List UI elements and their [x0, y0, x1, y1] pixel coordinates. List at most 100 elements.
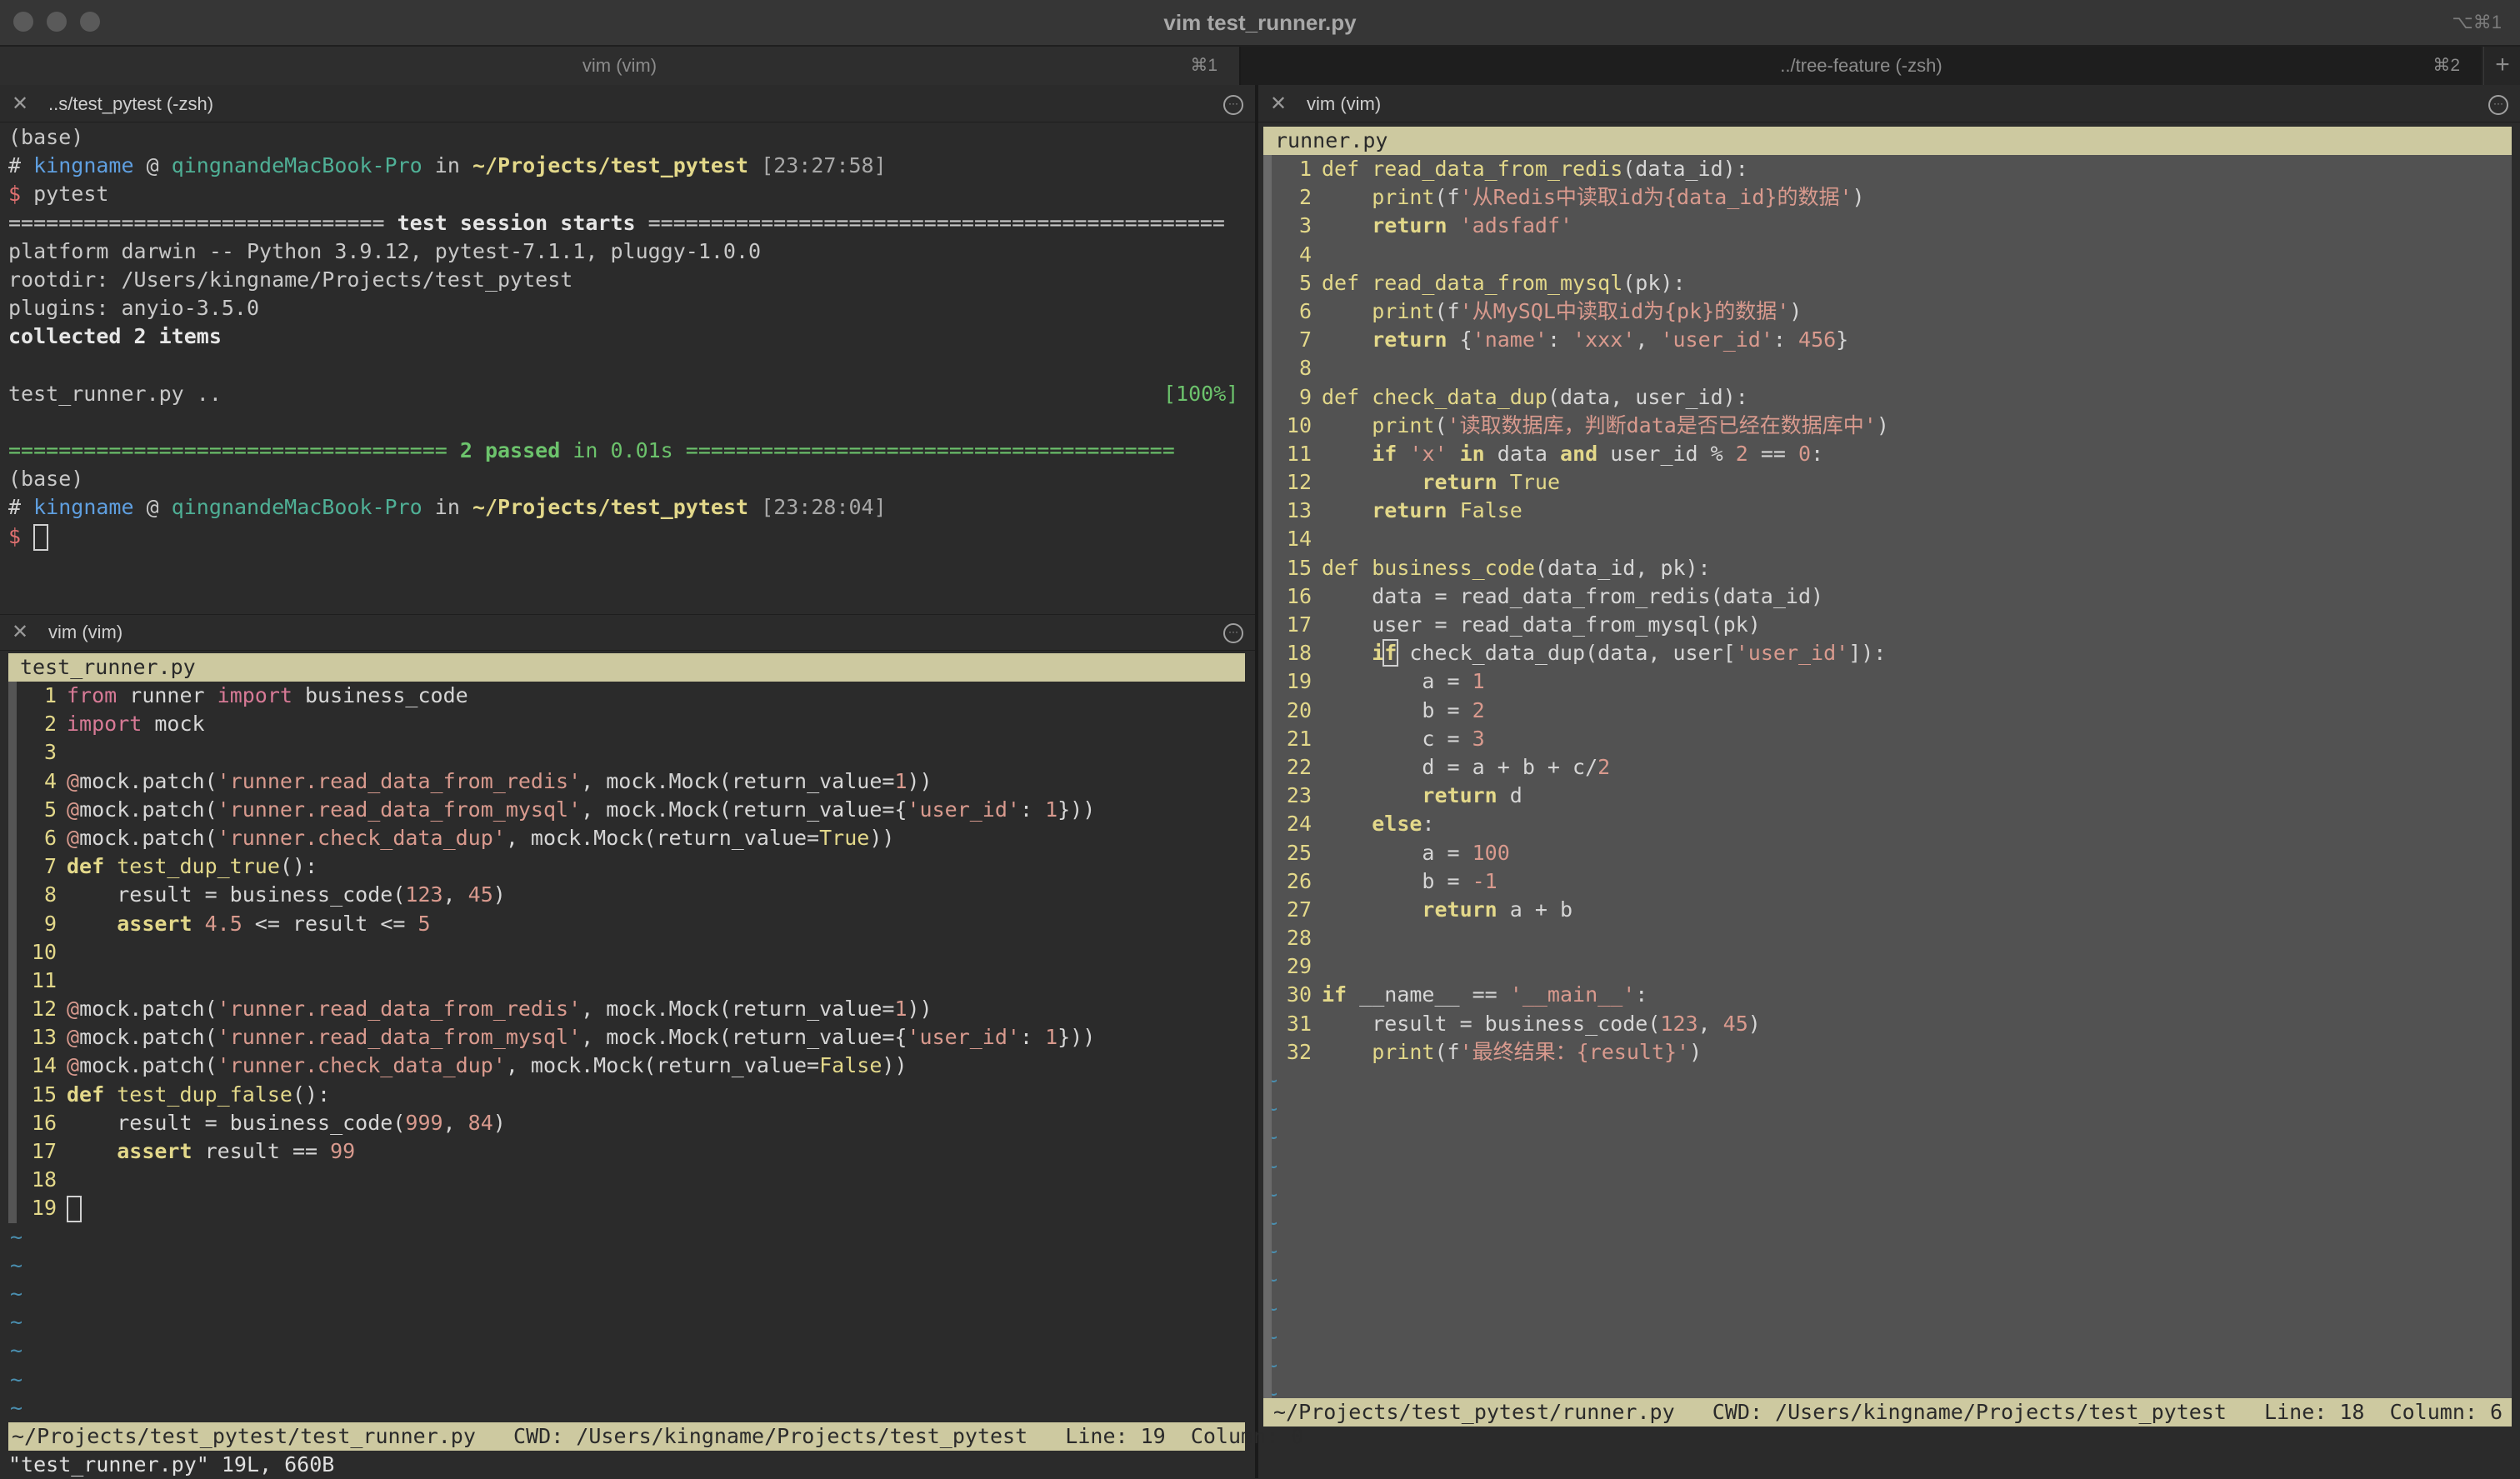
tab-shortcut: ⌘1: [1190, 56, 1218, 75]
code-line: 16 result = business_code(999, 84): [31, 1110, 506, 1135]
code-line: 23 return d: [1286, 783, 1522, 808]
code-line: 10 print('读取数据库，判断data是否已经在数据库中'): [1286, 412, 1889, 437]
code-line: 21 c = 3: [1286, 726, 1485, 751]
code-line: 11 if 'x' in data and user_id % 2 == 0:: [1286, 441, 1824, 466]
code-line: 27 return a + b: [1286, 897, 1573, 922]
terminal-line: collected 2 items: [8, 324, 222, 349]
code-line: 14: [1286, 527, 1312, 552]
code-line: 8 result = business_code(123, 45): [43, 882, 506, 907]
terminal-cursor: [33, 523, 49, 551]
new-tab-button[interactable]: +: [2483, 47, 2520, 85]
more-icon[interactable]: ···: [2488, 95, 2508, 115]
tab-bar: vim (vim) ⌘1 ../tree-feature (-zsh) ⌘2 +: [0, 47, 2520, 85]
tab-shortcut: ⌘2: [2432, 56, 2460, 75]
pane-title: ..s/test_pytest (-zsh): [48, 93, 214, 114]
buffer-tabline: test_runner.py: [8, 653, 1245, 682]
tab-vim[interactable]: vim (vim) ⌘1: [0, 47, 1241, 85]
code-line: 4 @mock.patch('runner.read_data_from_redi…: [43, 768, 932, 793]
code-line: 2 import mock: [43, 712, 205, 737]
pane-header-vim-right: ✕ vim (vim) ···: [1258, 87, 2520, 122]
code-line: 29: [1286, 954, 1312, 979]
code-line: 4: [1298, 242, 1312, 267]
code-line: 20 b = 2: [1286, 697, 1485, 722]
code-line: 25 a = 100: [1286, 840, 1510, 865]
code-line: 13 return False: [1286, 498, 1522, 523]
code-line: 19: [8, 1194, 1245, 1223]
prompt-line: # kingname @ qingnandeMacBook-Pro in ~/P…: [8, 153, 887, 178]
tab-label: ../tree-feature (-zsh): [1780, 55, 1942, 76]
code-line: 9 def check_data_dup(data, user_id):: [1298, 384, 1748, 409]
code-line: 15 def test_dup_false():: [31, 1082, 331, 1107]
code-line: 6 print(f'从MySQL中读取id为{pk}的数据'): [1298, 298, 1802, 323]
code-line: 3 return 'adsfadf': [1298, 213, 1573, 238]
pane-divider[interactable]: [1255, 85, 1258, 1478]
pane-header-vim-left: ✕ vim (vim) ···: [0, 614, 1255, 651]
pane-title: vim (vim): [48, 622, 123, 642]
code-line: 28: [1286, 926, 1312, 951]
code-line: 14 @mock.patch('runner.check_data_dup', m…: [31, 1053, 908, 1078]
buffer-tabline: runner.py: [1263, 127, 2512, 155]
vim-editor-runner[interactable]: runner.py 1 def read_data_from_redis(data…: [1263, 127, 2512, 1427]
code-line: 12 return True: [1286, 470, 1561, 495]
passed-banner: =================================== 2 pa…: [8, 438, 1175, 463]
code-line: 8: [1298, 356, 1312, 381]
code-line: 6 @mock.patch('runner.check_data_dup', mo…: [43, 825, 895, 850]
code-line: 22 d = a + b + c/2: [1286, 754, 1611, 779]
tab-tree-feature[interactable]: ../tree-feature (-zsh) ⌘2: [1241, 47, 2482, 85]
code-line: 3: [43, 740, 57, 765]
session-banner: ============================== test sess…: [8, 210, 1225, 235]
code-line: 1 def read_data_from_redis(data_id):: [1298, 157, 1748, 181]
code-line: 9 assert 4.5 <= result <= 5: [43, 911, 431, 936]
prompt-line: # kingname @ qingnandeMacBook-Pro in ~/P…: [8, 495, 887, 520]
buffer-tab[interactable]: runner.py: [1263, 127, 1400, 155]
code-line: 5 def read_data_from_mysql(pk):: [1298, 270, 1686, 295]
command-line: $: [8, 522, 1247, 551]
code-line: 18: [31, 1167, 57, 1192]
code-line: 11: [31, 967, 57, 992]
terminal-line: (base): [8, 125, 84, 149]
close-icon[interactable]: ✕: [1270, 87, 1287, 122]
code-line: 7 return {'name': 'xxx', 'user_id': 456}: [1298, 327, 1849, 352]
code-line: 2 print(f'从Redis中读取id为{data_id}的数据'): [1298, 185, 1865, 210]
code-line: 1 from runner import business_code: [43, 683, 468, 707]
window-shortcut: ⌥⌘1: [2452, 12, 2502, 32]
code-line: 24 else:: [1286, 812, 1435, 837]
pane-header-terminal: ✕ ..s/test_pytest (-zsh) ···: [0, 87, 1255, 122]
pane-title: vim (vim): [1307, 93, 1382, 114]
tab-label: vim (vim): [582, 55, 658, 76]
code-line: 7 def test_dup_true():: [43, 854, 318, 879]
vim-cursor: [67, 1196, 82, 1223]
code-line: 18 if check_data_dup(data, user['user_id…: [1286, 639, 1887, 667]
code-line: 31 result = business_code(123, 45): [1286, 1011, 1761, 1036]
code-line: 17 assert result == 99: [31, 1139, 356, 1163]
title-bar: vim test_runner.py ⌥⌘1: [0, 0, 2520, 47]
close-icon[interactable]: ✕: [12, 615, 28, 650]
terminal-line: rootdir: /Users/kingname/Projects/test_p…: [8, 267, 573, 292]
terminal-line: platform darwin -- Python 3.9.12, pytest…: [8, 238, 762, 263]
code-line: 32 print(f'最终结果：{result}'): [1286, 1039, 1702, 1064]
vim-editor-test-runner[interactable]: test_runner.py 1 from runner import busin…: [8, 653, 1303, 1479]
vim-statusline: ~/Projects/test_pytest/test_runner.py CW…: [8, 1422, 1303, 1451]
code-line: 19 a = 1: [1286, 669, 1485, 694]
code-line: 15 def business_code(data_id, pk):: [1286, 555, 1711, 580]
code-line: 5 @mock.patch('runner.read_data_from_mysq…: [43, 797, 1096, 822]
command-line: $ pytest: [8, 182, 109, 207]
terminal-line: plugins: anyio-3.5.0: [8, 296, 260, 321]
more-icon[interactable]: ···: [1223, 623, 1243, 643]
code-area[interactable]: 1 def read_data_from_redis(data_id): 2 pr…: [1263, 155, 2512, 1406]
code-line: 30 if __name__ == '__main__':: [1286, 982, 1648, 1007]
code-line: 10: [31, 939, 57, 964]
result-line: test_runner.py .. [100%]: [8, 381, 1239, 406]
buffer-tab[interactable]: test_runner.py: [8, 653, 208, 682]
terminal-output[interactable]: (base) # kingname @ qingnandeMacBook-Pro…: [8, 123, 1247, 551]
code-line: 26 b = -1: [1286, 868, 1498, 893]
terminal-line: (base): [8, 467, 84, 492]
code-line: 13 @mock.patch('runner.read_data_from_mys…: [31, 1025, 1096, 1050]
code-area[interactable]: 1 from runner import business_code 2 impor…: [8, 682, 1245, 1422]
close-icon[interactable]: ✕: [12, 87, 28, 122]
code-line: 12 @mock.patch('runner.read_data_from_red…: [31, 997, 932, 1022]
more-icon[interactable]: ···: [1223, 95, 1243, 115]
code-line: 16 data = read_data_from_redis(data_id): [1286, 583, 1824, 608]
code-line: 17 user = read_data_from_mysql(pk): [1286, 612, 1761, 637]
vim-cmdline: "test_runner.py" 19L, 660B: [8, 1452, 335, 1477]
